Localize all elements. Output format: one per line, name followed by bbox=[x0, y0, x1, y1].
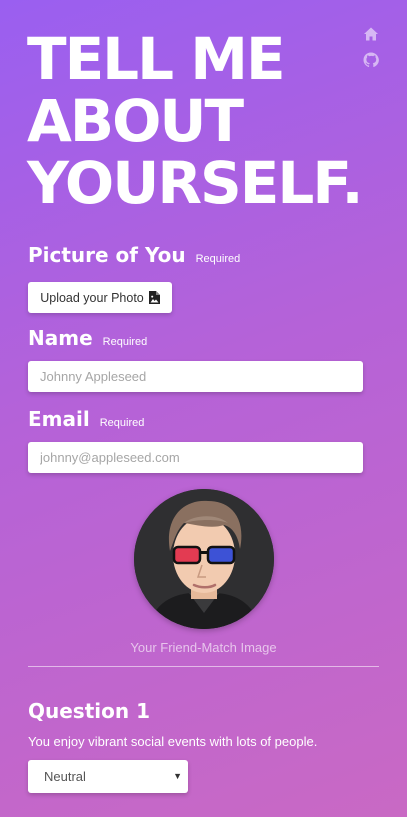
name-required-badge: Required bbox=[102, 336, 148, 348]
photo-label-text: Picture of You bbox=[28, 243, 186, 267]
question-1-select[interactable]: Neutral ▼ bbox=[28, 760, 188, 793]
question-1-text: You enjoy vibrant social events with lot… bbox=[28, 734, 318, 749]
title-line-2: ABOUT bbox=[27, 87, 244, 155]
email-label-text: Email bbox=[28, 407, 90, 431]
photo-label: Picture of You Required bbox=[28, 243, 240, 267]
question-1-title: Question 1 bbox=[28, 699, 150, 723]
file-image-icon bbox=[148, 291, 160, 304]
name-label: Name Required bbox=[28, 326, 147, 350]
email-label: Email Required bbox=[28, 407, 144, 431]
avatar-illustration bbox=[134, 489, 274, 629]
title-line-3: YOURSELF. bbox=[27, 149, 363, 217]
email-required-badge: Required bbox=[99, 417, 145, 429]
title-line-1: TELL ME bbox=[27, 25, 286, 93]
question-1-selected-value: Neutral bbox=[44, 769, 86, 784]
name-field[interactable] bbox=[28, 361, 363, 392]
friend-match-caption: Your Friend-Match Image bbox=[130, 640, 277, 655]
email-field[interactable] bbox=[28, 442, 363, 473]
dropdown-arrow-icon: ▼ bbox=[173, 771, 182, 781]
section-divider bbox=[28, 666, 379, 667]
name-label-text: Name bbox=[28, 326, 93, 350]
upload-photo-button[interactable]: Upload your Photo bbox=[28, 282, 172, 313]
page-title: TELL ME ABOUT YOURSELF. bbox=[27, 28, 387, 214]
friend-match-avatar bbox=[134, 489, 274, 629]
upload-photo-label: Upload your Photo bbox=[40, 290, 144, 305]
photo-required-badge: Required bbox=[195, 253, 241, 265]
